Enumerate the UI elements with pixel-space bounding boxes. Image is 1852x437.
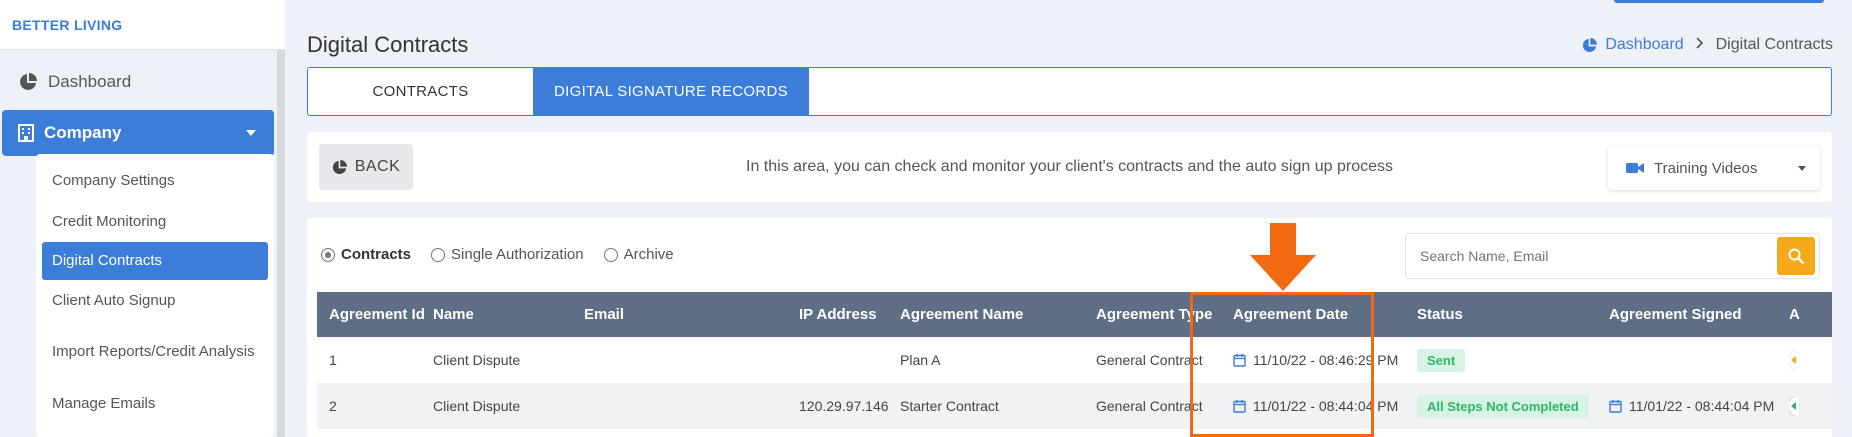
radio-archive[interactable]: Archive [603,246,674,263]
search-icon [1788,248,1804,264]
building-icon [18,124,34,142]
chevron-down-icon [246,130,256,136]
column-header-name[interactable]: Name [433,306,584,323]
search-button[interactable] [1777,237,1815,275]
radio-selected-indicator [321,247,335,262]
breadcrumb-current: Digital Contracts [1715,36,1833,53]
column-header-agreement-signed[interactable]: Agreement Signed [1609,306,1789,323]
column-header-agreement-id[interactable]: Agreement Id [317,306,433,323]
filter-radios: Contracts Single Authorization Archive [321,246,694,263]
tabs: CONTRACTS DIGITAL SIGNATURE RECORDS [307,67,1832,116]
table-row[interactable]: 1 Client Dispute Plan A General Contract… [317,337,1832,383]
action-toggle[interactable] [1789,350,1799,370]
status-badge: Sent [1417,348,1466,372]
video-camera-icon [1626,162,1644,174]
agreement-date-value: 11/10/22 - 08:46:29 PM [1253,352,1399,368]
cell-status: All Steps Not Completed [1417,394,1609,418]
main-content: Digital Contracts Dashboard Digital Cont… [285,0,1852,437]
calendar-icon [1609,399,1622,413]
radio-contracts[interactable]: Contracts [321,246,411,263]
chevron-right-icon [1696,36,1704,54]
radio-archive-label: Archive [623,246,674,263]
status-badge: All Steps Not Completed [1417,394,1589,418]
agreement-date-value: 11/01/22 - 08:44:04 PM [1253,398,1399,414]
cell-name: Client Dispute [433,352,521,368]
cell-actions [1789,396,1832,416]
breadcrumb: Dashboard Digital Contracts [1582,36,1833,54]
column-header-ip-address[interactable]: IP Address [799,306,898,323]
table-row[interactable]: 2 Client Dispute 120.29.97.146 Starter C… [317,383,1832,429]
chevron-down-icon [1798,166,1806,171]
radio-contracts-label: Contracts [341,246,412,263]
calendar-icon [1233,399,1246,413]
training-videos-dropdown[interactable]: Training Videos [1608,146,1820,190]
cell-agreement-id: 1 [329,352,337,368]
sidebar-item-company-label: Company [44,123,122,142]
cell-agreement-date: 11/10/22 - 08:46:29 PM [1233,352,1417,368]
training-videos-label: Training Videos [1654,159,1758,177]
submenu-item-digital-contracts[interactable]: Digital Contracts [42,242,268,280]
cell-status: Sent [1417,348,1609,372]
table-header: Agreement Id Name Email IP Address Agree… [317,292,1832,337]
cell-agreement-signed: 11/01/22 - 08:44:04 PM [1609,398,1789,414]
column-header-email[interactable]: Email [584,306,799,323]
sidebar-item-dashboard[interactable]: Dashboard [0,58,285,106]
info-message: In this area, you can check and monitor … [746,158,1393,175]
cell-agreement-type: General Contract [1096,352,1203,368]
radio-indicator [431,247,446,262]
records-panel: Contracts Single Authorization Archive A… [307,218,1832,437]
submenu-item-import-reports[interactable]: Import Reports/Credit Analysis [36,321,274,383]
submenu-item-manage-emails[interactable]: Manage Emails [36,383,274,424]
submenu-item-client-auto-signup[interactable]: Client Auto Signup [36,280,274,321]
column-header-agreement-date[interactable]: Agreement Date [1233,306,1417,323]
column-header-status[interactable]: Status [1417,306,1609,323]
page-title: Digital Contracts [307,32,469,57]
radio-single-authorization-label: Single Authorization [451,246,584,263]
sidebar: BETTER LIVING Dashboard Company Company … [0,0,285,437]
agreement-signed-value: 11/01/22 - 08:44:04 PM [1629,398,1775,414]
agreements-table: Agreement Id Name Email IP Address Agree… [317,292,1832,429]
radio-indicator [603,247,618,262]
info-bar: BACK In this area, you can check and mon… [307,132,1832,202]
action-toggle[interactable] [1789,396,1799,416]
cell-ip-address: 120.29.97.146 [799,398,889,414]
brand-logo[interactable]: BETTER LIVING [0,0,285,50]
column-header-agreement-type[interactable]: Agreement Type [1096,306,1233,323]
sidebar-scrollbar[interactable] [277,50,285,437]
cell-agreement-name: Plan A [900,352,941,368]
pie-chart-icon [18,72,38,92]
tab-contracts[interactable]: CONTRACTS [308,68,533,115]
cell-agreement-name: Starter Contract [900,398,999,414]
column-header-actions[interactable]: A [1789,306,1832,323]
search-box [1405,233,1820,279]
breadcrumb-dashboard-label: Dashboard [1605,36,1684,53]
column-header-agreement-name[interactable]: Agreement Name [898,306,1096,323]
company-submenu: Company Settings Credit Monitoring Digit… [36,154,274,437]
submenu-item-credit-monitoring[interactable]: Credit Monitoring [36,201,274,242]
top-button-edge[interactable] [1614,0,1824,3]
sidebar-item-dashboard-label: Dashboard [48,72,132,91]
calendar-icon [1233,353,1246,367]
cell-agreement-date: 11/01/22 - 08:44:04 PM [1233,398,1417,414]
cell-actions [1789,350,1832,370]
search-input[interactable] [1406,234,1777,278]
pie-chart-icon [1582,37,1598,53]
cell-name: Client Dispute [433,398,521,414]
cell-agreement-type: General Contract [1096,398,1203,414]
submenu-item-company-settings[interactable]: Company Settings [36,160,274,201]
radio-single-authorization[interactable]: Single Authorization [431,246,584,263]
sidebar-item-company[interactable]: Company [2,110,274,156]
cell-agreement-id: 2 [329,398,337,414]
tab-digital-signature-records[interactable]: DIGITAL SIGNATURE RECORDS [533,68,809,115]
breadcrumb-dashboard-link[interactable]: Dashboard [1582,36,1684,54]
